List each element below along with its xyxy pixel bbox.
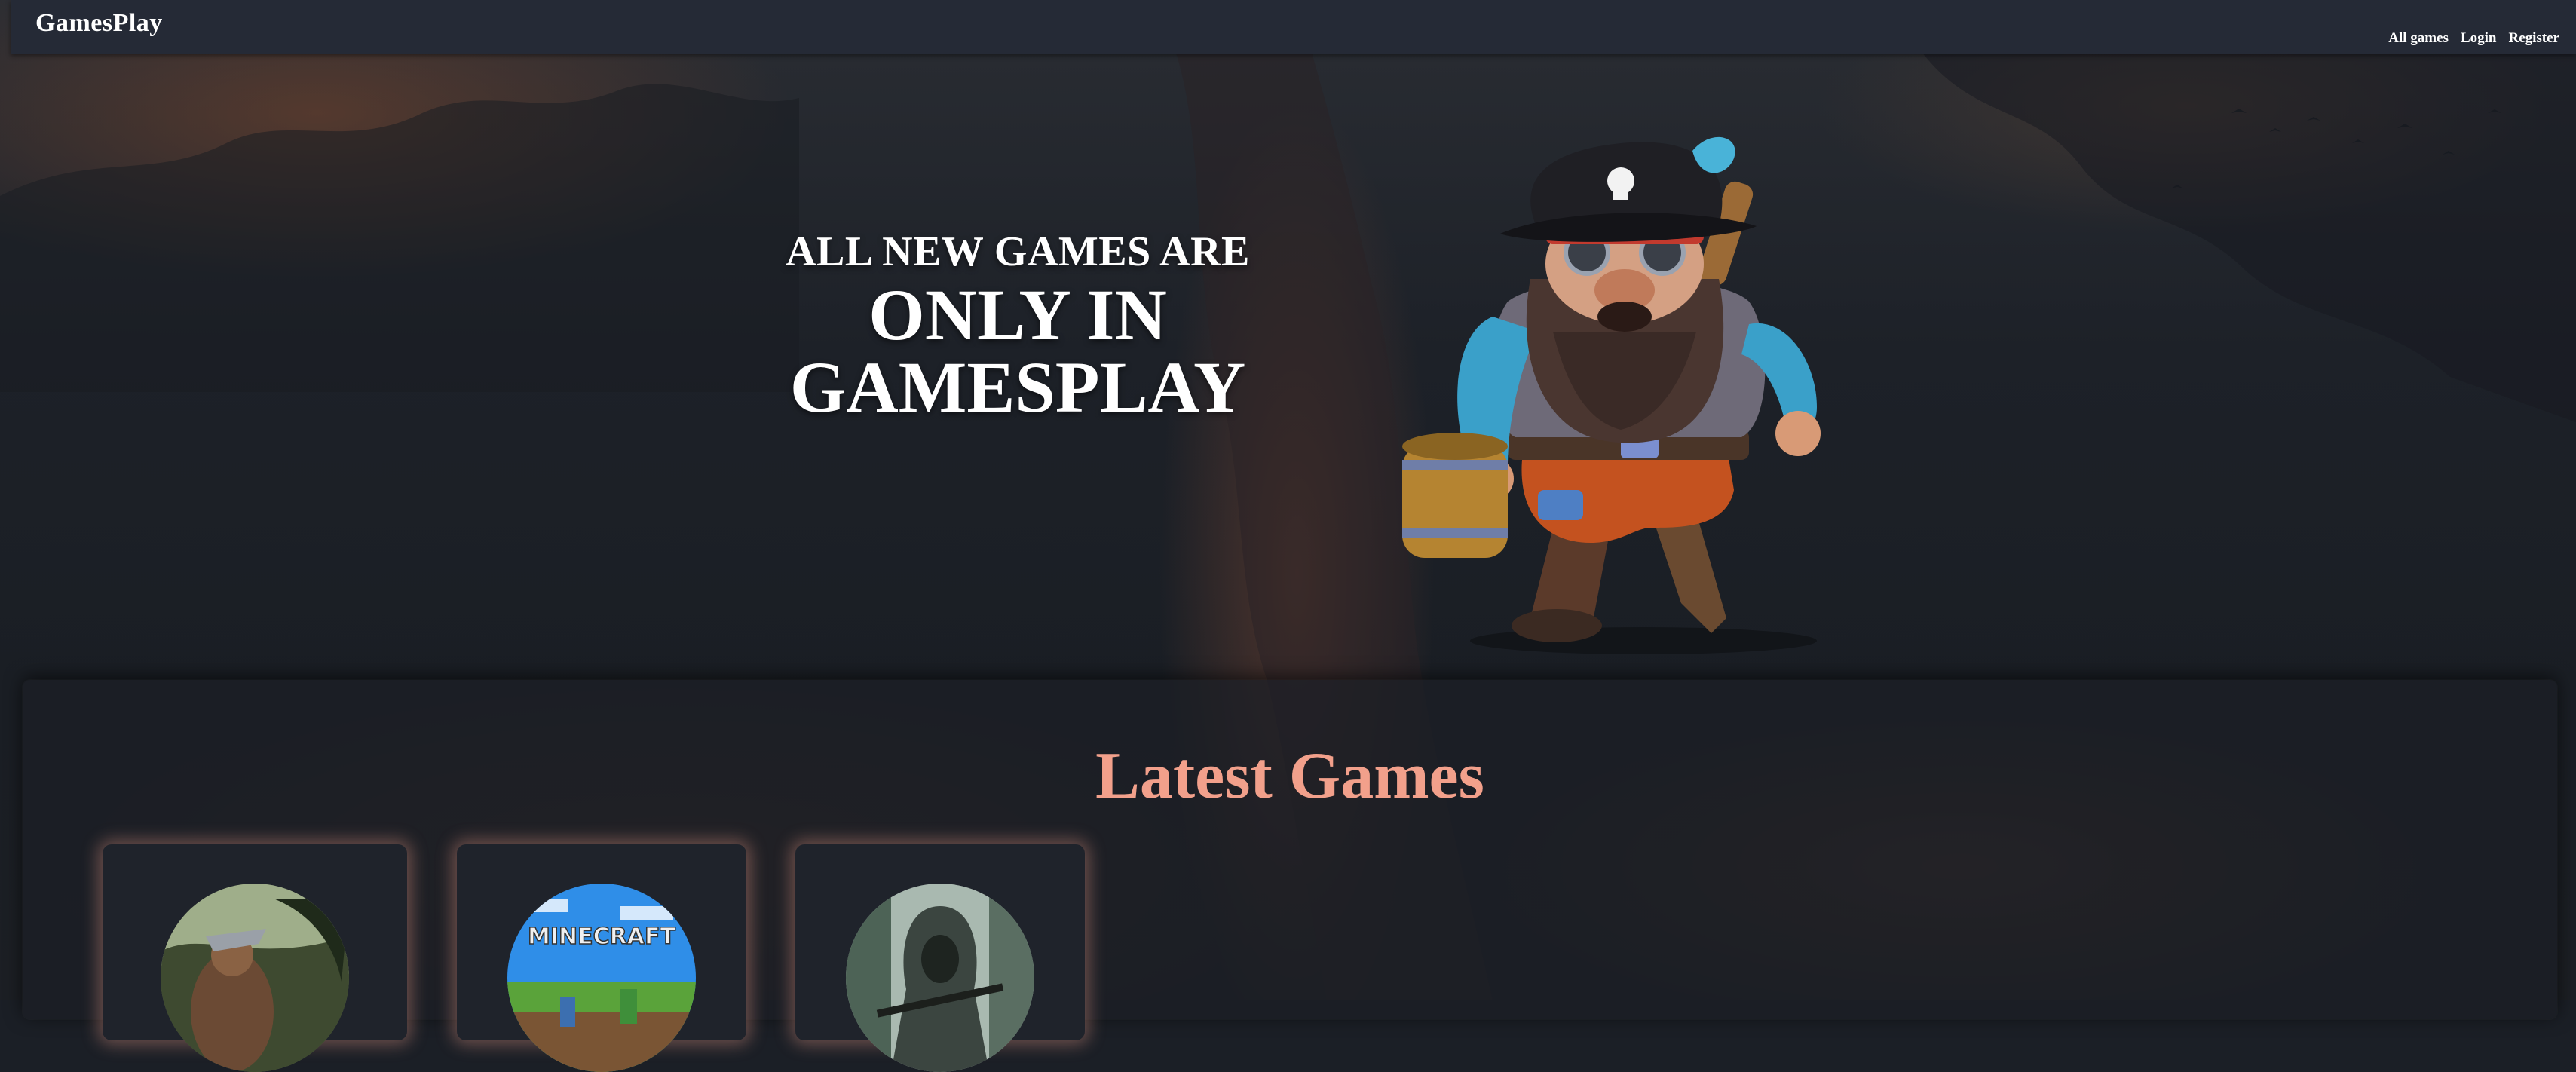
jungle-warrior-image — [161, 884, 349, 1072]
game-card[interactable] — [795, 844, 1085, 1072]
top-navbar: GamesPlay All games Login Register — [11, 0, 2576, 54]
nav-login-link[interactable]: Login — [2461, 30, 2497, 47]
game-thumbnail-jungle-warrior[interactable] — [161, 884, 349, 1072]
nav-all-games-link[interactable]: All games — [2388, 30, 2449, 47]
game-card[interactable] — [103, 844, 407, 1072]
hero-pirate-image — [1395, 136, 1937, 663]
game-thumbnail-hooded-sniper[interactable] — [846, 884, 1034, 1072]
hero-heading-line1: ONLY IN — [868, 274, 1167, 355]
minecraft-image: MINECRAFT — [507, 884, 696, 1072]
hooded-sniper-image — [846, 884, 1034, 1072]
hero-headline: ALL NEW GAMES ARE ONLY IN GAMESPLAY — [754, 225, 1282, 424]
brand-logo-link[interactable]: GamesPlay — [35, 9, 163, 38]
hero-heading-line2: GAMESPLAY — [789, 347, 1246, 427]
latest-games-title: Latest Games — [1095, 740, 1484, 813]
minecraft-logo-text: MINECRAFT — [528, 923, 675, 950]
nav-register-link[interactable]: Register — [2508, 30, 2559, 47]
game-thumbnail-minecraft[interactable]: MINECRAFT — [507, 884, 696, 1072]
main-nav: All games Login Register — [2388, 30, 2559, 47]
latest-games-section: Latest Games MINECRAFT — [23, 680, 2557, 1072]
hero-subheading: ALL NEW GAMES ARE — [786, 228, 1250, 275]
pirate-dwarf-illustration — [1402, 136, 1821, 654]
game-card[interactable]: MINECRAFT — [457, 844, 746, 1072]
